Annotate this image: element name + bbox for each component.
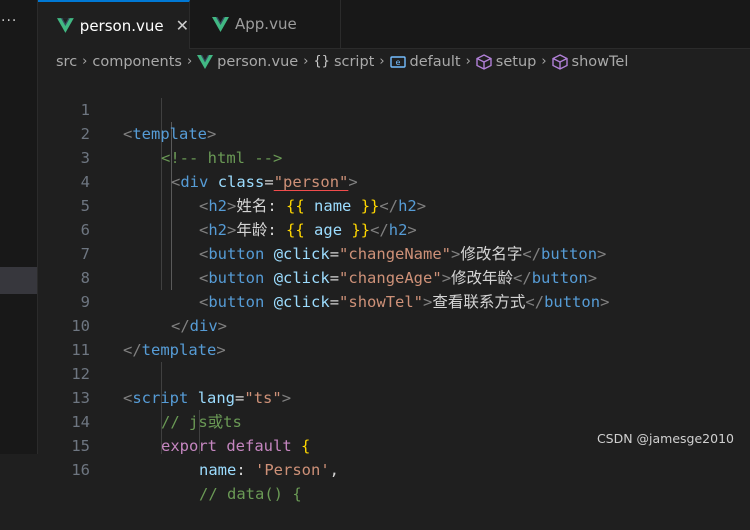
selected-file-row[interactable]	[0, 267, 37, 294]
namespace-icon: e	[389, 55, 406, 68]
breadcrumb-showtel[interactable]: showTel	[572, 54, 629, 70]
watermark: CSDN @jamesge2010	[596, 431, 734, 446]
tab-app-vue[interactable]: App.vue	[190, 0, 341, 48]
code-line: 11	[71, 341, 90, 359]
tab-person-vue[interactable]: person.vue ✕	[38, 0, 190, 49]
code-line: 1 <template>	[80, 101, 217, 143]
code-editor[interactable]: 1 <template> 2 <!-- html --> 3 <div clas…	[38, 74, 750, 503]
code-line: 2 <!-- html -->	[80, 125, 283, 167]
breadcrumb-file[interactable]: person.vue	[217, 54, 298, 70]
chevron-right-icon: ›	[186, 54, 193, 69]
chevron-right-icon: ›	[541, 54, 547, 69]
breadcrumb-components[interactable]: components	[92, 54, 182, 70]
cube-icon	[551, 53, 568, 70]
chevron-right-icon: ›	[303, 54, 309, 69]
code-line: 6 <button @click="changeName">修改名字</butt…	[80, 221, 607, 263]
chevron-right-icon: ›	[465, 54, 471, 69]
code-line: 8 <button @click="showTel">查看联系方式</butto…	[80, 269, 610, 311]
code-line: 13 // js或ts	[71, 389, 242, 431]
code-line: 7 <button @click="changeAge">修改年龄</butto…	[80, 245, 598, 287]
chevron-right-icon: ›	[82, 54, 88, 69]
code-line: 5 <h2>年龄: {{ age }}</h2>	[80, 197, 417, 239]
code-line: 14 export default {	[71, 413, 311, 455]
code-line: 9 </div>	[80, 293, 228, 335]
vue-icon	[212, 16, 229, 32]
more-actions-icon[interactable]: ···	[1, 13, 17, 29]
chevron-right-icon: ›	[379, 54, 385, 69]
tab-label: App.vue	[235, 15, 297, 33]
code-line: 10 </template>	[71, 317, 226, 359]
svg-text:e: e	[395, 58, 400, 67]
vue-icon	[57, 18, 74, 33]
breadcrumb-default[interactable]: default	[410, 54, 461, 70]
breadcrumb: src › components › person.vue › {} scrip…	[56, 49, 628, 74]
braces-icon: {}	[313, 54, 330, 69]
cube-icon	[476, 53, 492, 70]
close-icon[interactable]: ✕	[176, 16, 189, 35]
code-line: 12 <script lang="ts">	[71, 365, 292, 407]
breadcrumb-setup[interactable]: setup	[496, 54, 537, 70]
vue-icon	[197, 54, 214, 69]
breadcrumb-script[interactable]: script	[334, 54, 374, 70]
editor-tab-bar: person.vue ✕ App.vue	[38, 0, 750, 49]
breadcrumb-src[interactable]: src	[56, 54, 77, 70]
tab-label: person.vue	[79, 16, 164, 35]
code-line: 4 <h2>姓名: {{ name }}</h2>	[80, 173, 427, 215]
explorer-strip: ···	[0, 0, 38, 454]
code-line: 3 <div class="person">	[80, 149, 358, 191]
